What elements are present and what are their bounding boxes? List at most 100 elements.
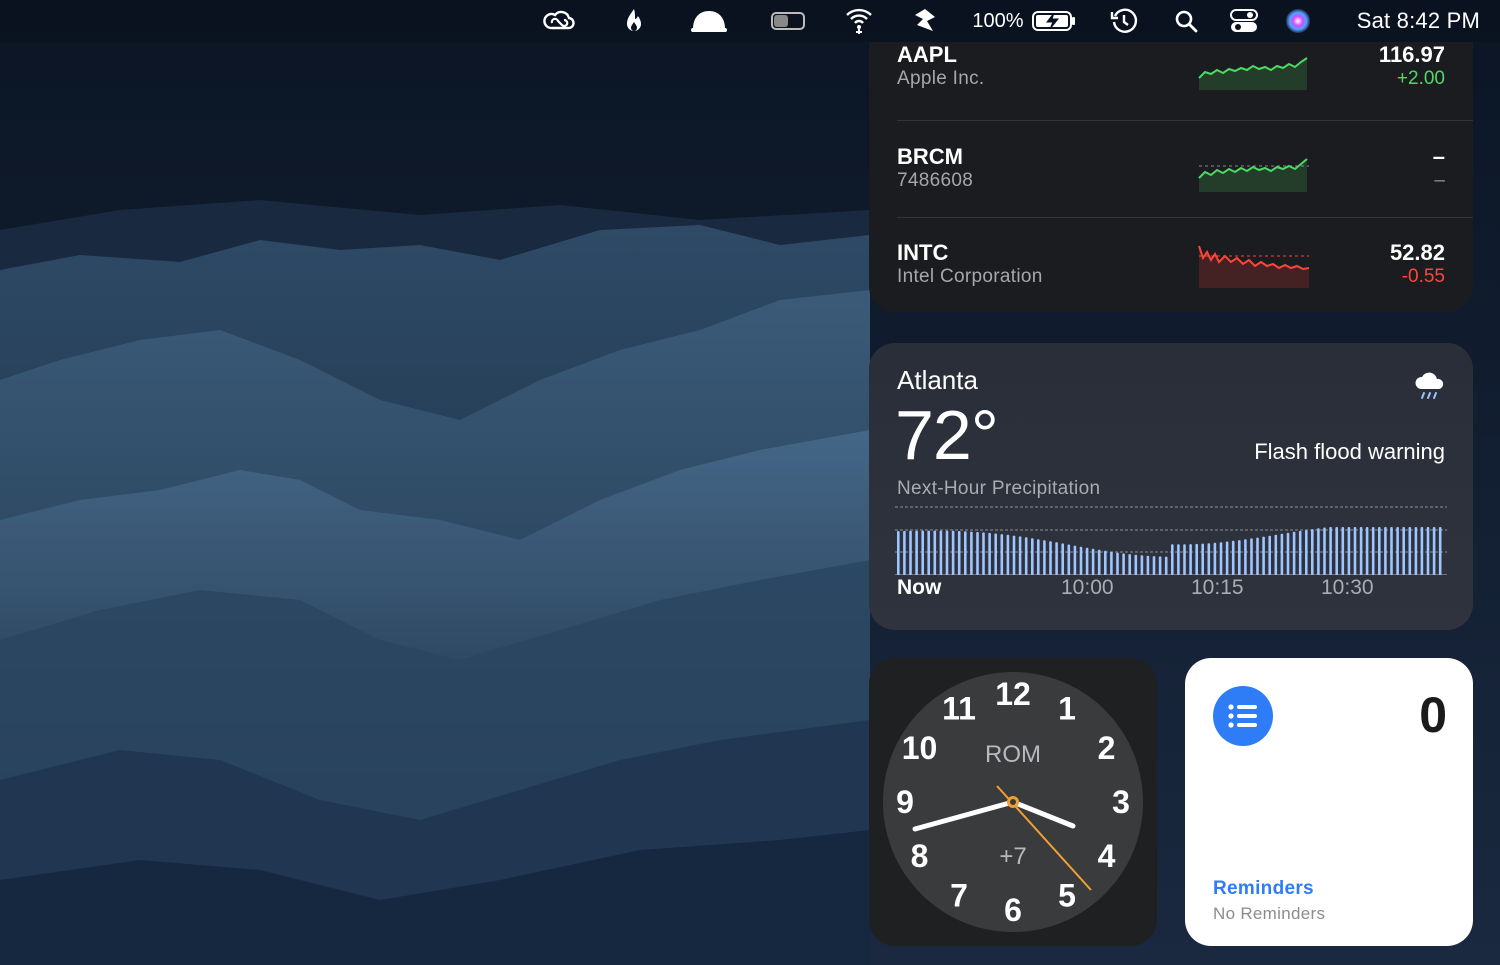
flame-icon[interactable] — [620, 0, 648, 42]
precip-bar — [1207, 543, 1211, 575]
clock-numeral: 2 — [1098, 730, 1116, 766]
stocks-widget[interactable]: AAPL Apple Inc. 116.97 +2.00 BRCM 748660… — [869, 42, 1473, 312]
precip-bar — [1365, 527, 1369, 575]
precip-bar — [1256, 537, 1259, 575]
precip-bar — [1420, 527, 1424, 575]
precip-bar — [951, 530, 955, 575]
weather-alert: Flash flood warning — [1254, 439, 1445, 464]
bell-dome-icon[interactable] — [688, 0, 730, 42]
precip-tick: 10:00 — [1061, 576, 1114, 599]
stock-sparkline — [1198, 158, 1309, 192]
world-clock-widget[interactable]: 12 1 2 3 4 5 6 7 8 9 10 11 ROM +7 — [869, 658, 1157, 946]
precip-bar — [1225, 541, 1229, 575]
precip-bar — [1091, 548, 1095, 575]
precip-bar — [1244, 539, 1247, 575]
precip-bar — [1134, 554, 1138, 575]
clock-numeral: 12 — [995, 676, 1031, 712]
precip-bar — [1189, 544, 1192, 575]
precip-bar — [1402, 527, 1405, 575]
precip-bar — [945, 530, 949, 575]
precip-bar — [1268, 535, 1271, 575]
precip-bar — [1384, 527, 1387, 575]
stock-row-brcm[interactable]: BRCM 7486608 – – — [897, 122, 1445, 218]
stock-change: +2.00 — [1396, 68, 1445, 89]
precip-bar — [1238, 540, 1241, 575]
precip-bar — [1335, 527, 1338, 575]
precip-bar — [939, 530, 943, 575]
precip-bar — [1037, 539, 1040, 575]
precip-bar — [1073, 545, 1077, 575]
precip-bar — [1158, 556, 1162, 575]
stock-symbol: AAPL — [897, 42, 957, 67]
precip-bar — [1177, 544, 1180, 575]
stock-row-intc[interactable]: INTC Intel Corporation 52.82 -0.55 — [897, 218, 1445, 312]
precip-bar — [1128, 554, 1131, 575]
stock-symbol: BRCM — [897, 144, 963, 169]
time-machine-icon[interactable] — [1108, 0, 1140, 42]
stock-change: -0.55 — [1401, 266, 1445, 287]
precipitation-chart — [895, 506, 1447, 575]
weather-widget[interactable]: Atlanta 72° Flash flood warning Next-Hou… — [869, 343, 1473, 630]
precip-bar — [1079, 546, 1083, 575]
stock-change: – — [1434, 170, 1445, 191]
precip-bar — [976, 532, 979, 575]
battery-icon[interactable] — [1030, 0, 1078, 42]
precip-bar — [1213, 542, 1217, 575]
precip-bar — [1311, 529, 1314, 575]
siri-icon[interactable] — [1282, 0, 1314, 42]
precip-bar — [927, 530, 930, 575]
precip-tick: 10:15 — [1191, 576, 1244, 599]
precip-bar — [957, 531, 961, 575]
precip-bar — [1043, 540, 1046, 575]
precip-bar — [1317, 528, 1320, 575]
precip-bar — [1024, 537, 1028, 575]
reminders-widget[interactable]: 0 Reminders No Reminders — [1185, 658, 1473, 946]
precip-bar — [1195, 543, 1198, 575]
control-center-icon[interactable] — [1226, 0, 1262, 42]
precip-bar — [903, 530, 906, 575]
stock-row-aapl[interactable]: AAPL Apple Inc. 116.97 +2.00 — [897, 42, 1445, 116]
precip-bar — [1140, 555, 1144, 575]
stock-price: 116.97 — [1378, 42, 1445, 67]
precip-bar — [1438, 527, 1442, 575]
precip-bar — [1085, 547, 1089, 575]
precip-bar — [1359, 527, 1363, 575]
clock-numeral: 4 — [1098, 838, 1116, 874]
precip-bar — [1146, 555, 1150, 575]
toggle-icon[interactable] — [770, 0, 806, 42]
weather-city: Atlanta — [897, 365, 978, 395]
stock-name: 7486608 — [897, 170, 974, 191]
precip-bar — [1164, 556, 1168, 575]
precip-bar — [964, 531, 967, 575]
reminders-count: 0 — [1419, 687, 1447, 743]
precip-bar — [982, 532, 985, 575]
precip-bar — [1012, 535, 1016, 575]
cloud-rain-icon — [1415, 372, 1444, 399]
clock-numeral: 5 — [1058, 878, 1076, 914]
clock-city: ROM — [985, 741, 1041, 768]
precip-bar — [988, 532, 991, 575]
clock-numeral: 9 — [896, 784, 914, 820]
clock-numeral: 10 — [902, 730, 938, 766]
precip-bar — [1262, 536, 1265, 575]
precip-bar — [1152, 556, 1156, 575]
stock-sparkline — [1198, 245, 1310, 288]
precip-bar — [1274, 534, 1278, 575]
precip-bar — [1414, 527, 1418, 575]
precip-bar — [1250, 538, 1253, 575]
precip-bar — [1055, 542, 1058, 575]
precip-tick-now: Now — [897, 576, 942, 599]
precip-bar — [1061, 543, 1064, 575]
precip-bar — [1280, 533, 1284, 575]
app-shield-icon[interactable] — [910, 0, 940, 42]
wifi-icon[interactable] — [842, 0, 876, 42]
precip-bar — [1171, 544, 1174, 575]
battery-percent: 100% — [972, 9, 1024, 32]
precip-bar — [1347, 527, 1351, 575]
precip-bar — [897, 531, 900, 575]
search-icon[interactable] — [1170, 0, 1202, 42]
creative-cloud-icon[interactable] — [538, 0, 580, 42]
precip-bar — [933, 530, 937, 575]
precip-bar — [994, 533, 997, 575]
menubar-clock[interactable]: Sat 8:42 PM — [1357, 8, 1480, 34]
